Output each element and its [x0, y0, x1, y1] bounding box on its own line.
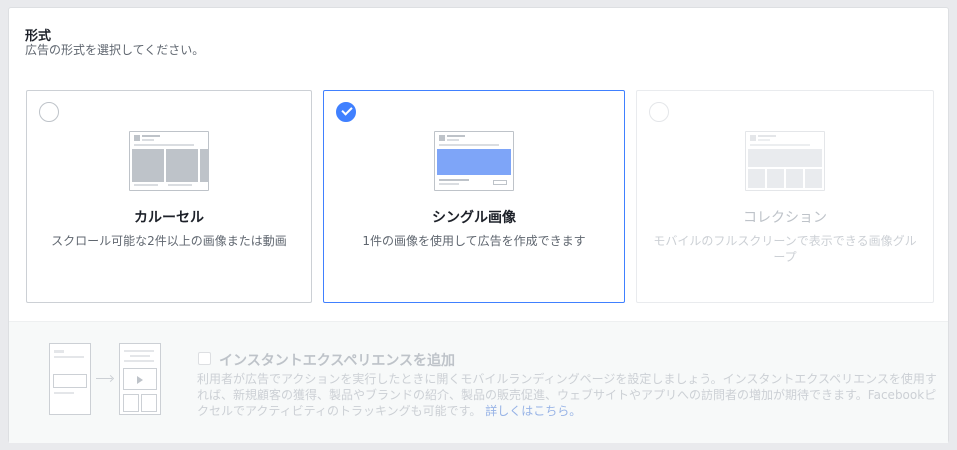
section-subtitle: 広告の形式を選択してください。 — [25, 43, 205, 57]
learn-more-link[interactable]: 詳しくはこちら。 — [485, 404, 581, 418]
card-title: シングル画像 — [432, 210, 516, 226]
card-title: コレクション — [743, 210, 827, 226]
instant-experience-label: インスタントエクスペリエンスを追加 — [219, 353, 456, 369]
instant-experience-checkbox[interactable] — [198, 352, 211, 365]
radio-single-image-checked[interactable] — [336, 102, 356, 122]
card-title: カルーセル — [134, 210, 204, 226]
format-card-single-image[interactable]: シングル画像 1件の画像を使用して広告を作成できます — [323, 90, 625, 303]
card-description: スクロール可能な2件以上の画像または動画 — [51, 234, 287, 248]
format-card-collection: コレクション モバイルのフルスクリーンで表示できる画像グループ — [636, 90, 934, 303]
format-card-carousel[interactable]: カルーセル スクロール可能な2件以上の画像または動画 — [26, 90, 312, 303]
card-description: モバイルのフルスクリーンで表示できる画像グループ — [653, 234, 917, 264]
carousel-thumbnail-icon — [129, 131, 209, 191]
instant-experience-section: インスタントエクスペリエンスを追加 利用者が広告でアクションを実行したときに開く… — [9, 321, 948, 443]
collection-thumbnail-icon — [745, 131, 825, 191]
radio-collection — [649, 102, 669, 122]
radio-carousel[interactable] — [39, 102, 59, 122]
format-panel: 形式 広告の形式を選択してください。 カルーセル スクロール可能な2件以上の画像… — [8, 7, 949, 443]
instant-experience-description: 利用者が広告でアクションを実行したときに開くモバイルランディングページを設定しま… — [197, 371, 937, 419]
instant-experience-illustration-icon — [49, 343, 163, 417]
card-description: 1件の画像を使用して広告を作成できます — [362, 234, 586, 248]
single-image-thumbnail-icon — [434, 131, 514, 191]
